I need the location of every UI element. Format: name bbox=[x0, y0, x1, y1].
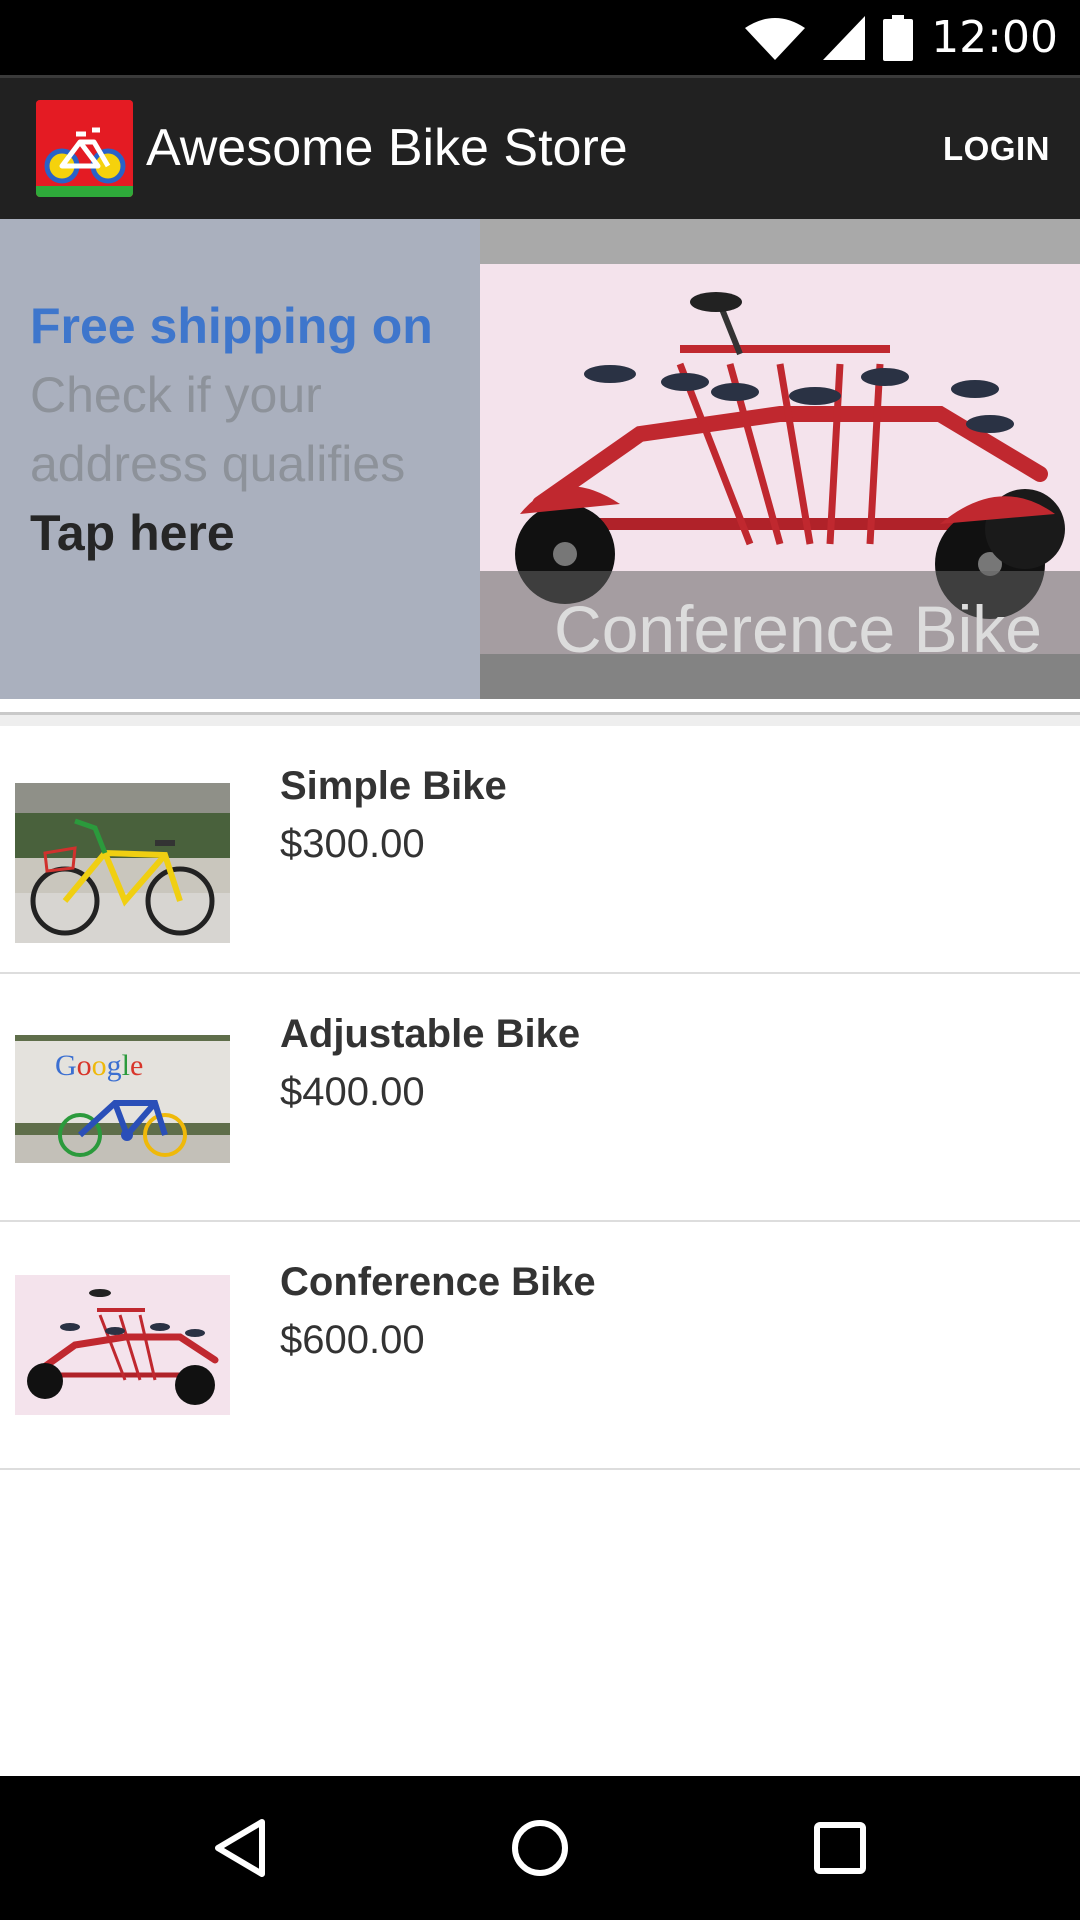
product-name: Conference Bike bbox=[280, 1260, 596, 1304]
conference-bike-thumbnail bbox=[15, 1275, 230, 1415]
promo-cta[interactable]: Tap here bbox=[30, 499, 480, 568]
free-shipping-card[interactable]: Free shipping on Check if your address q… bbox=[0, 219, 480, 699]
product-name: Simple Bike bbox=[280, 764, 507, 808]
product-name: Adjustable Bike bbox=[280, 1012, 581, 1056]
featured-caption: Conference Bike bbox=[554, 592, 1042, 666]
navigation-bar bbox=[0, 1776, 1080, 1920]
app-title: Awesome Bike Store bbox=[146, 119, 628, 177]
product-price: $600.00 bbox=[280, 1318, 425, 1362]
bike-store-logo bbox=[36, 100, 133, 197]
login-button[interactable]: LOGIN bbox=[943, 78, 1050, 219]
recents-icon bbox=[814, 1822, 866, 1874]
product-price: $300.00 bbox=[280, 822, 425, 866]
back-button[interactable] bbox=[168, 1776, 312, 1920]
recents-button[interactable] bbox=[768, 1776, 912, 1920]
featured-product-card[interactable]: Conference Bike bbox=[480, 219, 1080, 699]
product-row-simple-bike[interactable]: Simple Bike $300.00 bbox=[0, 726, 1080, 974]
wifi-icon bbox=[745, 17, 806, 60]
product-row-adjustable-bike[interactable]: Google Adjustable Bike $400.00 bbox=[0, 974, 1080, 1222]
status-icons: 12:00 bbox=[745, 0, 1058, 75]
promo-banner[interactable]: Free shipping on Check if your address q… bbox=[0, 219, 1080, 699]
status-time: 12:00 bbox=[931, 12, 1058, 63]
svg-text:Google: Google bbox=[55, 1049, 143, 1082]
home-icon bbox=[512, 1820, 568, 1876]
divider bbox=[0, 712, 1080, 726]
home-button[interactable] bbox=[468, 1776, 612, 1920]
adjustable-bike-thumbnail: Google bbox=[15, 1035, 230, 1163]
cell-signal-icon bbox=[823, 15, 866, 60]
product-row-conference-bike[interactable]: Conference Bike $600.00 bbox=[0, 1222, 1080, 1470]
battery-icon bbox=[883, 14, 914, 61]
promo-headline: Free shipping on bbox=[30, 298, 433, 354]
promo-body: Check if your address qualifies bbox=[30, 367, 406, 492]
simple-bike-thumbnail bbox=[15, 783, 230, 943]
back-icon bbox=[215, 1819, 265, 1877]
product-list: Simple Bike $300.00 Google Adjustable Bi… bbox=[0, 726, 1080, 1470]
status-bar: 12:00 bbox=[0, 0, 1080, 75]
product-price: $400.00 bbox=[280, 1070, 425, 1114]
app-bar: Awesome Bike Store LOGIN bbox=[0, 75, 1080, 219]
